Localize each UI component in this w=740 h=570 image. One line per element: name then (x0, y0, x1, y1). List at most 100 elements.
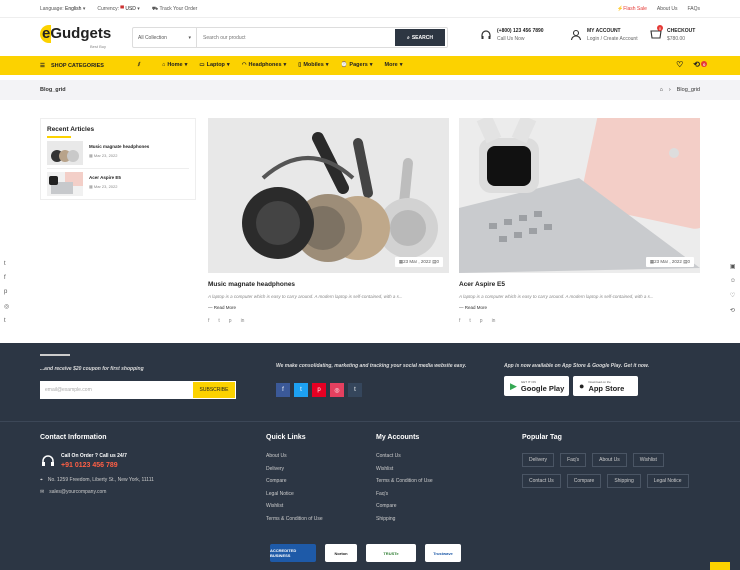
footer-link[interactable]: Terms & Condition of Use (376, 478, 433, 484)
tag[interactable]: Delivery (522, 453, 555, 467)
nav-mobiles-label: Mobiles (303, 62, 324, 68)
cart-icon[interactable]: ▣ (730, 263, 736, 270)
faqs-link[interactable]: FAQs (687, 6, 700, 12)
checkout-link[interactable]: 0 CHECKOUT $780.00 (650, 25, 695, 42)
footer-link[interactable]: Compare (266, 478, 323, 484)
read-more-label: Read More (464, 305, 488, 310)
search-icon: ⌕ (407, 34, 410, 41)
post-title[interactable]: Acer Aspire E5 (459, 281, 700, 288)
shop-categories-button[interactable]: ☰ SHOP CATEGORIES ⫽ (40, 62, 140, 69)
tag[interactable]: About Us (592, 453, 627, 467)
footer-link[interactable]: Shipping (376, 516, 433, 522)
support-info[interactable]: (+800) 123 456 7890 Call Us Now (480, 28, 544, 42)
footer-link[interactable]: Faq's (376, 491, 433, 497)
floating-tools-bar: ▣ ☺ ♡ ⟲ (730, 263, 736, 314)
bbb-badge: ACCREDITED BUSINESS (270, 544, 316, 562)
subscribe-button[interactable]: SUBSCRIBE (193, 382, 235, 398)
tag[interactable]: Compare (566, 474, 602, 488)
social-text: We make consolidating, marketing and tra… (276, 363, 467, 369)
post-image[interactable]: ▦23 Mar , 2022 ▤0 (208, 118, 449, 273)
top-bar: Language: English ▾ Currency: ▀ USD ▾ ⛟ … (0, 0, 740, 18)
footer-link[interactable]: Legal Notice (266, 491, 323, 497)
tag[interactable]: Wishlist (632, 453, 664, 467)
nav-pagers[interactable]: ⌚ Pagers ▾ (341, 62, 373, 68)
pinterest-icon[interactable]: p (4, 289, 9, 295)
account-link[interactable]: MY ACCOUNT Login / Create Account (570, 28, 638, 42)
pinterest-icon[interactable]: p (229, 318, 232, 324)
footer-link[interactable]: Contact Us (376, 453, 433, 459)
read-more-link[interactable]: — Read More (459, 305, 700, 310)
compare-icon[interactable]: ⟲ (730, 307, 736, 314)
linkedin-icon[interactable]: in (492, 318, 496, 324)
about-us-link[interactable]: About Us (657, 6, 678, 12)
tumblr-icon[interactable]: t (4, 318, 9, 324)
nav-more[interactable]: More ▾ (385, 62, 403, 68)
facebook-icon[interactable]: f (276, 383, 290, 397)
norton-badge: Norton (325, 544, 357, 562)
footer-link[interactable]: Terms & Condition of Use (266, 516, 323, 522)
google-play-label: Google Play (520, 383, 565, 393)
footer-link[interactable]: Compare (376, 503, 433, 509)
home-icon[interactable]: ⌂ (660, 87, 663, 93)
nav-laptop[interactable]: ▭ Laptop ▾ (199, 62, 229, 68)
twitter-icon[interactable]: t (469, 318, 470, 324)
contact-email[interactable]: sales@yourcompany.com (49, 489, 106, 495)
nav-mobiles[interactable]: ▯ Mobiles ▾ (298, 62, 328, 68)
app-store-button[interactable]: ● Download on the App Store (573, 376, 638, 396)
facebook-icon[interactable]: f (208, 318, 209, 324)
linkedin-icon[interactable]: in (241, 318, 245, 324)
tag[interactable]: Shipping (607, 474, 641, 488)
compare-icon[interactable]: ⟲ 0 (693, 60, 708, 69)
instagram-icon[interactable]: ◎ (330, 383, 344, 397)
account-sub: Login / Create Account (587, 36, 638, 42)
category-select[interactable]: All Collection ▾ (133, 28, 197, 47)
scroll-top-button[interactable] (710, 562, 730, 570)
breadcrumb: Blog_grid ⌂ › Blog_grid (0, 80, 740, 100)
laptop-watch-image (459, 118, 700, 273)
footer-link[interactable]: Delivery (266, 466, 323, 472)
tag[interactable]: Faq's (560, 453, 587, 467)
post-image[interactable]: ▦23 Mar , 2022 ▤0 (459, 118, 700, 273)
post-title[interactable]: Music magnate headphones (208, 281, 449, 288)
flash-sale-label: Flash Sale (623, 6, 647, 12)
facebook-icon[interactable]: f (459, 318, 460, 324)
tumblr-icon[interactable]: t (348, 383, 362, 397)
twitter-icon[interactable]: t (294, 383, 308, 397)
pinterest-icon[interactable]: p (480, 318, 483, 324)
nav-laptop-label: Laptop (206, 62, 225, 68)
user-icon[interactable]: ☺ (730, 278, 736, 284)
nav-headphones[interactable]: ◠ Headphones ▾ (242, 62, 287, 68)
footer: ...and receive $20 coupon for first shop… (0, 343, 740, 570)
calendar-icon: ▦ (89, 184, 93, 189)
logo[interactable]: eGudgets Best Buy (40, 25, 120, 49)
nav-home-label: Home (167, 62, 183, 68)
heart-icon[interactable]: ♡ (676, 60, 683, 69)
search-input[interactable] (197, 28, 395, 47)
post-comment-count: 0 (436, 259, 439, 264)
track-order-link[interactable]: ⛟ Track Your Order (152, 6, 198, 13)
mobile-icon: ▯ (298, 62, 302, 68)
pinterest-icon[interactable]: p (312, 383, 326, 397)
truste-badge: TRUSTe (366, 544, 416, 562)
flash-sale-link[interactable]: ⚡Flash Sale (617, 6, 647, 12)
recent-article-item[interactable]: Music magnate headphones ▦ Mar 23, 2022 (47, 141, 149, 165)
tag[interactable]: Legal Notice (646, 474, 689, 488)
recent-article-item[interactable]: Acer Aspire E5 ▦ Mar 23, 2022 (47, 172, 121, 196)
instagram-icon[interactable]: ◎ (4, 303, 9, 310)
read-more-link[interactable]: — Read More (208, 305, 449, 310)
google-play-button[interactable]: ▶ GET IT ON Google Play (504, 376, 569, 396)
footer-link[interactable]: About Us (266, 453, 323, 459)
twitter-icon[interactable]: t (218, 318, 219, 324)
currency-selector[interactable]: Currency: ▀ USD ▾ (97, 6, 139, 13)
facebook-icon[interactable]: f (4, 275, 9, 281)
apple-icon: ● (579, 381, 585, 391)
tag[interactable]: Contact Us (522, 474, 561, 488)
contact-phone[interactable]: +91 0123 456 789 (61, 462, 127, 469)
nav-home[interactable]: ⌂ Home ▾ (162, 62, 187, 68)
twitter-icon[interactable]: t (4, 261, 9, 267)
heart-icon[interactable]: ♡ (730, 292, 736, 299)
search-button[interactable]: ⌕ SEARCH (395, 29, 445, 46)
footer-link[interactable]: Wishlist (376, 466, 433, 472)
footer-link[interactable]: Wishlist (266, 503, 323, 509)
language-selector[interactable]: Language: English ▾ (40, 6, 85, 13)
